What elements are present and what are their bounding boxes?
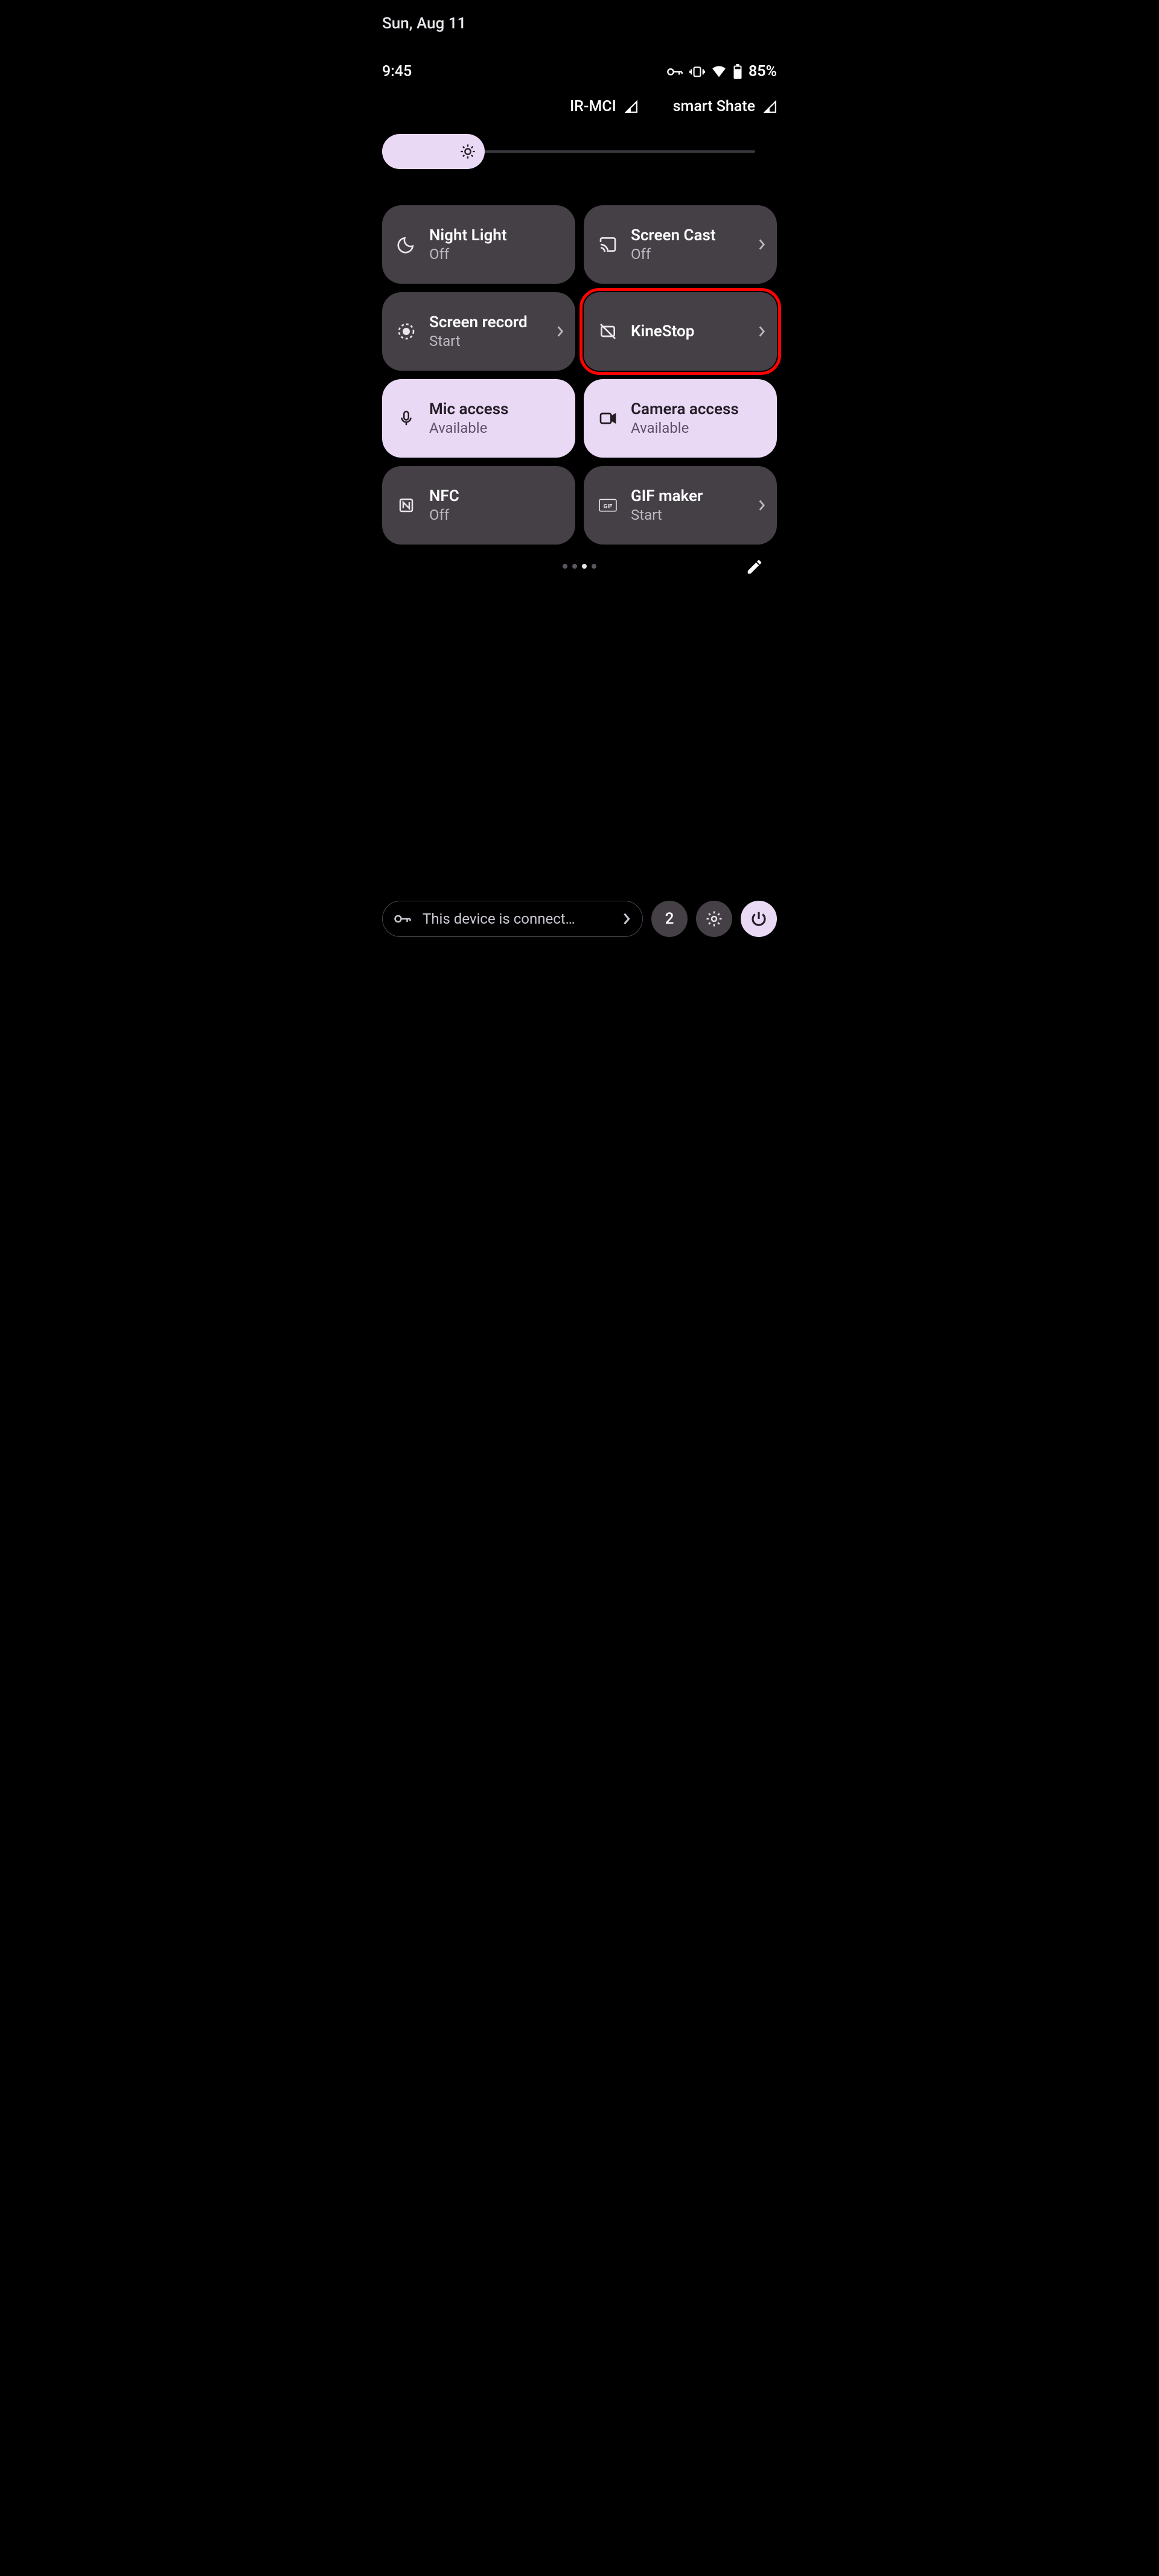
quick-settings-tiles: Night Light Off Screen Cast Off Screen recor… bbox=[382, 205, 777, 545]
carrier-1: IR-MCI bbox=[570, 98, 638, 115]
page-dot[interactable] bbox=[572, 564, 577, 569]
date-text: Sun, Aug 11 bbox=[382, 14, 466, 33]
tile-subtitle: Available bbox=[631, 420, 766, 436]
brightness-thumb[interactable] bbox=[382, 134, 485, 169]
tile-mic-access[interactable]: Mic access Available bbox=[382, 379, 575, 458]
notification-count-button[interactable]: 2 bbox=[651, 901, 688, 937]
brightness-icon bbox=[459, 143, 476, 160]
tile-title: KineStop bbox=[631, 322, 747, 340]
page-dot[interactable] bbox=[563, 564, 567, 569]
vibrate-icon bbox=[689, 65, 705, 78]
brightness-track bbox=[473, 150, 755, 153]
power-button[interactable] bbox=[741, 901, 777, 937]
edit-tiles-button[interactable] bbox=[746, 558, 764, 578]
tile-kinestop[interactable]: KineStop bbox=[584, 292, 777, 371]
carrier-2: smart Shate bbox=[673, 98, 777, 115]
svg-text:GIF: GIF bbox=[604, 503, 613, 510]
tile-subtitle: Off bbox=[631, 246, 747, 263]
tile-screen-record[interactable]: Screen record Start bbox=[382, 292, 575, 371]
carrier-row: IR-MCI smart Shate bbox=[366, 98, 793, 115]
tile-title: Mic access bbox=[429, 400, 564, 418]
gear-icon bbox=[705, 910, 723, 928]
vpn-notification-pill[interactable]: This device is connect… bbox=[382, 901, 643, 937]
status-icons: 85% bbox=[666, 63, 777, 80]
tile-screen-cast[interactable]: Screen Cast Off bbox=[584, 205, 777, 284]
vpn-key-icon bbox=[394, 913, 412, 925]
tile-gif-maker[interactable]: GIF GIF maker Start bbox=[584, 466, 777, 545]
power-icon bbox=[750, 910, 768, 928]
nfc-icon bbox=[394, 496, 418, 514]
brightness-slider[interactable] bbox=[382, 134, 755, 169]
notification-text: This device is connect… bbox=[423, 910, 611, 927]
battery-icon bbox=[733, 64, 742, 80]
tile-subtitle: Start bbox=[429, 333, 545, 350]
tile-title: Camera access bbox=[631, 400, 766, 418]
record-icon bbox=[394, 322, 418, 341]
gif-icon: GIF bbox=[596, 498, 620, 513]
tile-subtitle: Available bbox=[429, 420, 564, 436]
tile-title: Screen Cast bbox=[631, 226, 747, 244]
tile-nfc[interactable]: NFC Off bbox=[382, 466, 575, 545]
bottom-bar: This device is connect… 2 bbox=[382, 901, 777, 937]
page-dot[interactable] bbox=[582, 564, 587, 569]
pencil-icon bbox=[746, 558, 764, 576]
signal-icon bbox=[625, 100, 638, 113]
camera-icon bbox=[596, 409, 620, 428]
time-text: 9:45 bbox=[382, 63, 412, 80]
tile-title: Night Light bbox=[429, 226, 564, 244]
chevron-right-icon bbox=[556, 325, 564, 338]
page-indicator bbox=[366, 564, 793, 569]
status-bar: 9:45 85% bbox=[366, 63, 793, 80]
chevron-right-icon bbox=[758, 499, 766, 512]
tile-subtitle: Off bbox=[429, 246, 564, 263]
chevron-right-icon bbox=[758, 325, 766, 338]
signal-icon bbox=[764, 100, 777, 113]
tile-title: Screen record bbox=[429, 313, 545, 331]
cast-icon bbox=[596, 235, 620, 254]
moon-icon bbox=[394, 235, 418, 254]
mic-icon bbox=[394, 409, 418, 427]
tile-night-light[interactable]: Night Light Off bbox=[382, 205, 575, 284]
chevron-right-icon bbox=[622, 912, 631, 926]
carrier-1-name: IR-MCI bbox=[570, 98, 616, 115]
tile-title: NFC bbox=[429, 487, 564, 505]
tile-subtitle: Off bbox=[429, 507, 564, 523]
tile-subtitle: Start bbox=[631, 507, 747, 523]
tile-camera-access[interactable]: Camera access Available bbox=[584, 379, 777, 458]
settings-button[interactable] bbox=[696, 901, 732, 937]
notification-count: 2 bbox=[665, 910, 674, 928]
vpn-key-icon bbox=[666, 66, 683, 78]
wifi-icon bbox=[711, 65, 727, 78]
tile-title: GIF maker bbox=[631, 487, 747, 505]
battery-text: 85% bbox=[749, 63, 777, 80]
page-dot[interactable] bbox=[592, 564, 596, 569]
motion-off-icon bbox=[596, 322, 620, 341]
carrier-2-name: smart Shate bbox=[673, 98, 755, 115]
chevron-right-icon bbox=[758, 238, 766, 251]
